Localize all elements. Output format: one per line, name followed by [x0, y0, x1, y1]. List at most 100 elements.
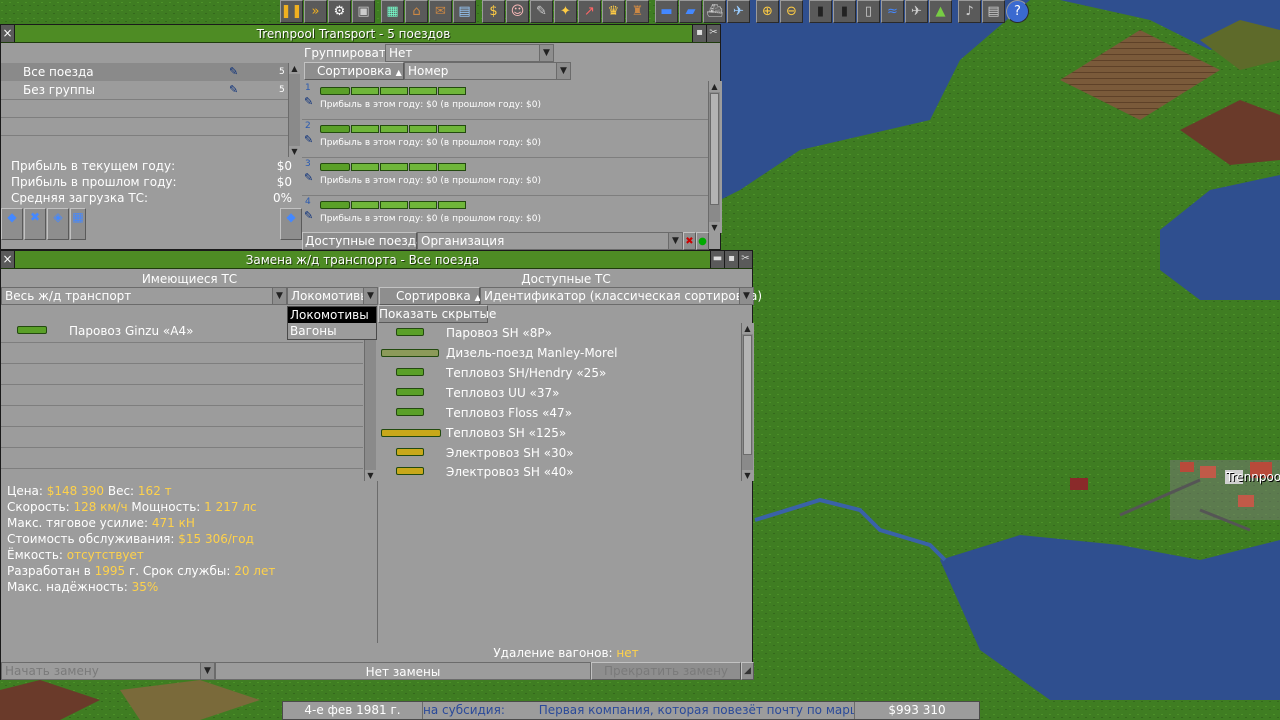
available-vehicle-row[interactable]: Паровоз SH «8P» [378, 323, 740, 343]
save-icon[interactable]: ▣ [352, 0, 375, 23]
create-group-button[interactable]: ◆ [1, 208, 23, 240]
orders-icon[interactable]: ✎ [304, 207, 313, 225]
town-label[interactable]: Trennpool [1226, 470, 1280, 484]
music-icon[interactable]: ♪ [958, 0, 981, 23]
messages-icon[interactable]: ▤ [982, 0, 1005, 23]
finances-icon[interactable]: $ [482, 0, 505, 23]
sort-button[interactable]: Сортировка ▲ [379, 287, 481, 305]
zoom-out-icon[interactable]: ⊖ [780, 0, 803, 23]
details-divider [377, 481, 378, 643]
show-hidden-button[interactable]: Показать скрытые [378, 305, 496, 323]
money-display[interactable]: $993 310 [855, 702, 979, 719]
vehicle-row[interactable]: 1 ✎ Прибыль в этом году: $0 (в прошлом г… [302, 81, 708, 119]
start-all-button[interactable]: ● [696, 232, 709, 250]
start-replace-dropdown[interactable]: Начать замену ▼ [1, 662, 215, 680]
station-list-icon[interactable]: ▤ [453, 0, 476, 23]
build-tram-icon[interactable]: ▯ [857, 0, 880, 23]
chevron-down-icon: ▼ [556, 63, 570, 79]
subsidies-icon[interactable]: ✉ [429, 0, 452, 23]
train-sprite [320, 86, 466, 95]
aircraft-list-icon[interactable]: ✈ [727, 0, 750, 23]
vehicle-row[interactable]: 4 ✎ Прибыль в этом году: $0 (в прошлом г… [302, 195, 708, 233]
sticky-icon[interactable]: ✂ [738, 251, 752, 268]
date-display[interactable]: 4-е фев 1981 г. [283, 702, 423, 719]
titlebar[interactable]: × Замена ж/д транспорта - Все поезда ▬ ▪… [1, 251, 752, 269]
group-by-dropdown[interactable]: Нет ▼ [385, 44, 554, 62]
group-label: Без группы [23, 83, 95, 97]
collapse-icon[interactable]: ▪ [724, 251, 738, 268]
available-vehicle-row[interactable]: Дизель-поезд Manley-Morel [378, 343, 740, 363]
build-road-icon[interactable]: ▮ [833, 0, 856, 23]
minimap-icon[interactable]: ▦ [381, 0, 404, 23]
available-vehicle-row[interactable]: Тепловоз Floss «47» [378, 403, 740, 423]
build-rail-icon[interactable]: ▮ [809, 0, 832, 23]
sort-criteria-dropdown[interactable]: Идентификатор (классическая сортировка) … [480, 287, 762, 305]
company-icon[interactable]: ☺ [506, 0, 529, 23]
landscaping-icon[interactable]: ▲ [929, 0, 952, 23]
sort-button[interactable]: Сортировка ▲ [304, 62, 404, 80]
detail-line: Макс. надёжность: 35% [7, 580, 159, 594]
build-air-icon[interactable]: ✈ [905, 0, 928, 23]
titlebar[interactable]: × Trennpool Transport - 5 поездов ▪ ✂ [1, 25, 720, 43]
available-vehicle-row[interactable]: Тепловоз SH/Hendry «25» [378, 363, 740, 383]
rename-group-button[interactable]: ◈ [47, 208, 69, 240]
edit-icon[interactable]: ✎ [229, 63, 238, 81]
orders-icon[interactable]: ✎ [304, 131, 313, 149]
available-trains-button[interactable]: Доступные поезда [302, 232, 423, 250]
stop-replace-button[interactable]: Прекратить замену [591, 662, 741, 680]
league-table-icon[interactable]: ♛ [602, 0, 625, 23]
group-row-ungrouped[interactable]: Без группы ✎ 5 [1, 81, 289, 99]
available-vehicle-row[interactable]: Электровоз SH «30» [378, 443, 740, 463]
pause-icon[interactable]: ❚❚ [280, 0, 303, 23]
stop-all-button[interactable]: ✖ [683, 232, 696, 250]
settings-icon[interactable]: ⚙ [328, 0, 351, 23]
industries-icon[interactable]: ♜ [626, 0, 649, 23]
graphs-icon[interactable]: ↗ [578, 0, 601, 23]
fast-forward-icon[interactable]: » [304, 0, 327, 23]
close-icon[interactable]: × [1, 251, 15, 268]
vehicle-scrollbar[interactable]: ▲ ▼ [708, 81, 720, 233]
zoom-in-icon[interactable]: ⊕ [756, 0, 779, 23]
vehicle-row[interactable]: 3 ✎ Прибыль в этом году: $0 (в прошлом г… [302, 157, 708, 195]
dropdown-option-wagons[interactable]: Вагоны [288, 323, 376, 339]
detail-line: Стоимость обслуживания: $15 306/год [7, 532, 254, 546]
group-count: 5 [279, 67, 285, 77]
road-vehicle-list-icon[interactable]: ▰ [679, 0, 702, 23]
group-row-all[interactable]: Все поезда ✎ 5 [1, 63, 289, 81]
delete-group-button[interactable]: ✖ [24, 208, 46, 240]
engine-wagon-dropdown[interactable]: Локомотивы ▼ [287, 287, 378, 305]
vehicle-details: Цена: $148 390 Вес: 162 т Скорость: 128 … [7, 483, 372, 595]
news-ticker[interactable]: на субсидия: Первая компания, которая по… [423, 702, 855, 719]
available-vehicle-row[interactable]: Тепловоз UU «37» [378, 383, 740, 403]
build-water-icon[interactable]: ≈ [881, 0, 904, 23]
detail-line: Макс. тяговое усилие: 471 кН [7, 516, 195, 530]
dropdown-option-locomotives[interactable]: Локомотивы [288, 307, 376, 323]
group-scrollbar[interactable]: ▲ ▼ [288, 63, 300, 157]
town-directory-icon[interactable]: ⌂ [405, 0, 428, 23]
sticky-icon[interactable]: ✂ [706, 25, 720, 42]
close-icon[interactable]: × [1, 25, 15, 42]
available-vehicle-row[interactable]: Тепловоз SH «125» [378, 423, 740, 443]
available-vehicle-row[interactable]: Электровоз SH «40» [378, 463, 740, 481]
orders-icon[interactable]: ✎ [304, 169, 313, 187]
vehicle-row[interactable]: 2 ✎ Прибыль в этом году: $0 (в прошлом г… [302, 119, 708, 157]
available-vehicles-list: Паровоз SH «8P» Дизель-поезд Manley-More… [378, 323, 754, 481]
goals-icon[interactable]: ✦ [554, 0, 577, 23]
collapse-icon[interactable]: ▪ [692, 25, 706, 42]
edit-icon[interactable]: ✎ [229, 81, 238, 99]
story-book-icon[interactable]: ✎ [530, 0, 553, 23]
resize-handle[interactable]: ◢ [741, 662, 754, 680]
railtype-dropdown[interactable]: Весь ж/д транспорт ▼ [1, 287, 287, 305]
sort-dropdown[interactable]: Номер ▼ [404, 62, 571, 80]
train-list-icon[interactable]: ▬ [655, 0, 678, 23]
ship-list-icon[interactable]: ⛴ [703, 0, 726, 23]
detail-line: Ёмкость: отсутствует [7, 548, 144, 562]
wagon-removal-toggle[interactable]: Удаление вагонов: нет [378, 644, 754, 662]
replace-protection-button[interactable]: ◆ [280, 208, 302, 240]
collapse-icon[interactable]: ▬ [710, 251, 724, 268]
available-scrollbar[interactable]: ▲ ▼ [741, 323, 753, 481]
organize-dropdown[interactable]: Организация ▼ [417, 232, 683, 250]
orders-icon[interactable]: ✎ [304, 93, 313, 111]
help-icon[interactable]: ? [1006, 0, 1029, 23]
group-settings-button[interactable]: ▦ [70, 208, 86, 240]
